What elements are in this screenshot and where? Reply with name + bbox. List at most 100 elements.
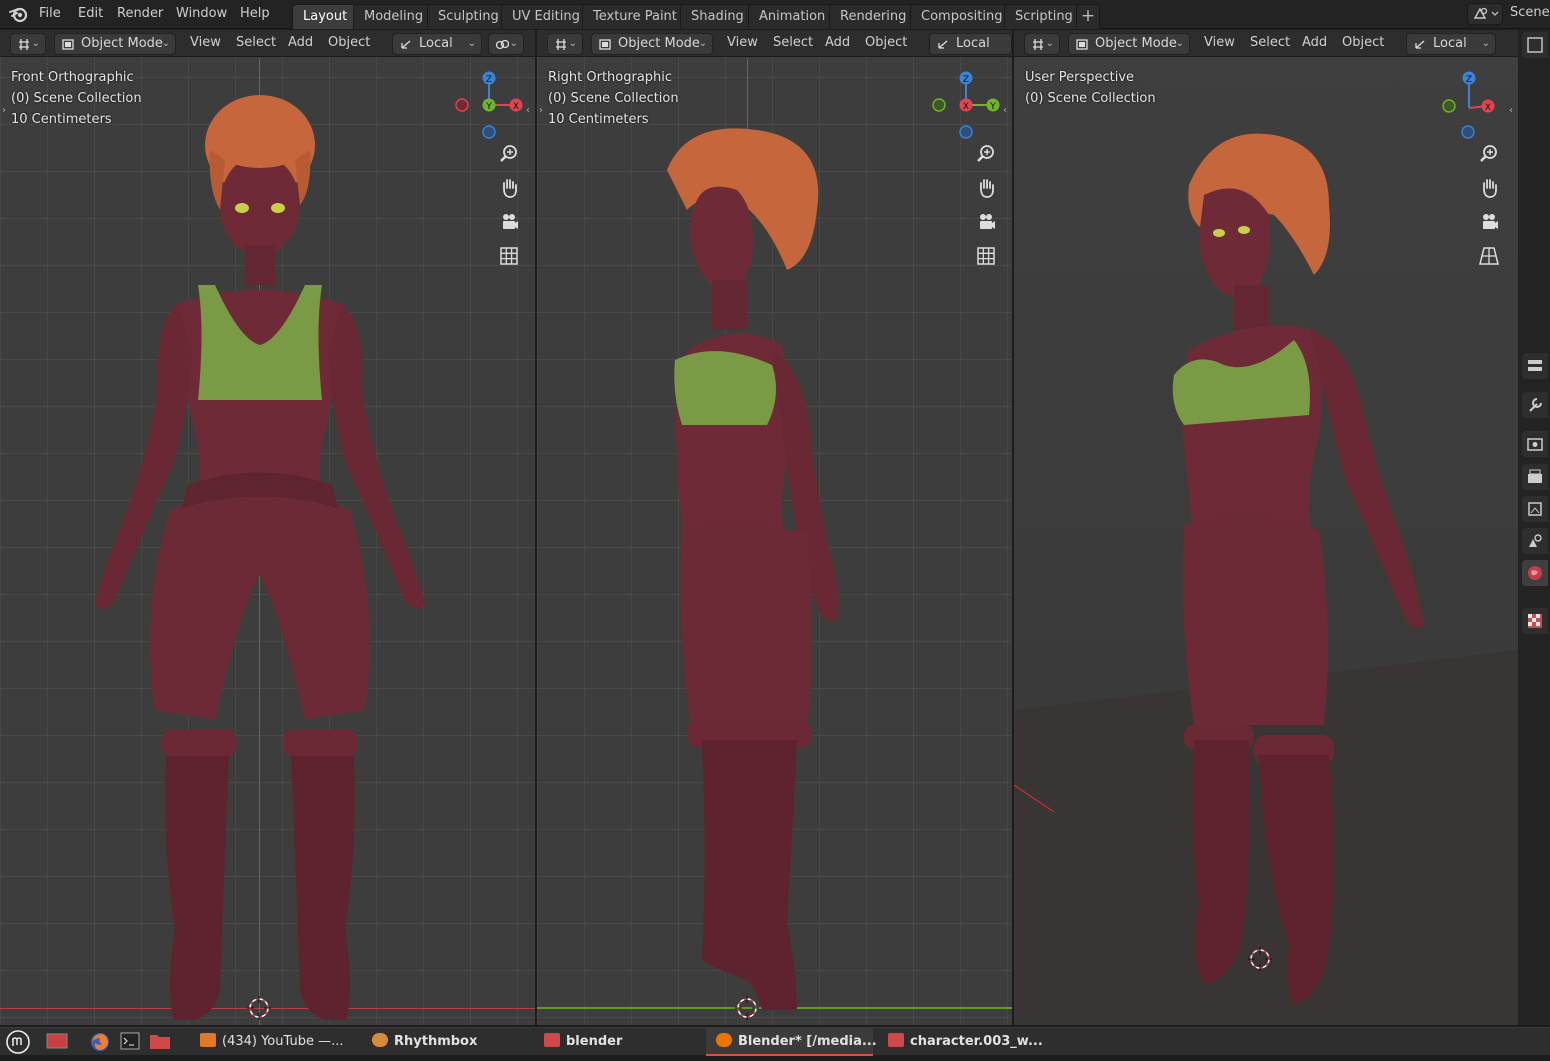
tab-uv-editing[interactable]: UV Editing (501, 4, 591, 29)
tab-layout[interactable]: Layout (292, 4, 359, 29)
menu-add[interactable]: Add (288, 35, 313, 50)
viewport-header: ⌄ Object Mode ⌄ View Select Add Object L… (0, 30, 535, 57)
menu-add[interactable]: Add (825, 35, 850, 50)
tab-modeling[interactable]: Modeling (353, 4, 435, 29)
3d-cursor-icon[interactable] (735, 996, 759, 1020)
mint-menu-icon[interactable] (6, 1030, 30, 1054)
camera-icon[interactable] (496, 209, 522, 235)
grid-ortho-icon[interactable] (496, 243, 522, 269)
outliner-filter-icon[interactable] (1522, 32, 1548, 58)
menu-view[interactable]: View (1204, 35, 1235, 50)
pan-hand-icon[interactable] (496, 175, 522, 201)
editor-type-button[interactable]: ⌄ (547, 33, 583, 55)
tab-scene-icon[interactable] (1522, 528, 1548, 554)
chevron-down-icon: ⌄ (568, 38, 577, 49)
menu-window[interactable]: Window (176, 6, 227, 21)
scene-selector-button[interactable] (1467, 3, 1503, 25)
zoom-icon[interactable] (496, 141, 522, 167)
camera-icon[interactable] (973, 209, 999, 235)
viewport-front[interactable]: ⌄ Object Mode ⌄ View Select Add Object L… (0, 30, 535, 1025)
taskbar-character-folder[interactable]: character.003_w... (888, 1032, 1043, 1054)
svg-text:Z: Z (486, 75, 492, 85)
orientation-label: Local (419, 36, 453, 51)
viewport-right[interactable]: ⌄ Object Mode ⌄ View Select Add Object L… (537, 30, 1012, 1025)
navigation-gizmo[interactable]: Z X Y (926, 68, 1006, 148)
3d-cursor-icon[interactable] (247, 996, 271, 1020)
tab-render-icon[interactable] (1522, 431, 1548, 457)
navigation-gizmo[interactable]: Z X (1434, 68, 1514, 148)
menu-file[interactable]: File (39, 6, 61, 21)
menu-select[interactable]: Select (773, 35, 813, 50)
editor-type-button[interactable]: ⌄ (10, 33, 46, 55)
tab-texture-paint[interactable]: Texture Paint (582, 4, 688, 29)
object-mode-icon (1076, 39, 1088, 50)
viewport-perspective[interactable]: ⌄ Object Mode ⌄ View Select Add Object L… (1014, 30, 1518, 1025)
tab-output-icon[interactable] (1522, 464, 1548, 490)
camera-icon[interactable] (1476, 209, 1502, 235)
tab-shading[interactable]: Shading (680, 4, 755, 29)
taskbar-blender-folder[interactable]: blender (544, 1032, 622, 1054)
zoom-icon[interactable] (973, 141, 999, 167)
taskbar-blender-app[interactable]: Blender* [/media... (716, 1032, 877, 1054)
zoom-icon[interactable] (1476, 141, 1502, 167)
mode-select[interactable]: Object Mode ⌄ (54, 33, 176, 55)
snap-button[interactable]: ⌄ (488, 33, 524, 55)
tab-wrench-icon[interactable] (1522, 392, 1548, 418)
navigation-gizmo[interactable]: Z Y X (449, 68, 529, 148)
chevron-down-icon: ⌄ (31, 38, 40, 49)
pan-hand-icon[interactable] (973, 175, 999, 201)
menu-add[interactable]: Add (1302, 35, 1327, 50)
menu-select[interactable]: Select (1250, 35, 1290, 50)
chevron-down-icon: ⌄ (1175, 38, 1184, 49)
mode-select[interactable]: Object Mode ⌄ (591, 33, 713, 55)
menu-help[interactable]: Help (240, 6, 270, 21)
transform-orientation-select[interactable]: Local ⌄ (1406, 33, 1496, 55)
blender-icon (716, 1033, 732, 1047)
taskbar-rhythmbox[interactable]: Rhythmbox (372, 1032, 477, 1054)
transform-orientation-select[interactable]: Local (929, 33, 1012, 55)
blender-logo-icon[interactable] (9, 5, 29, 23)
menu-select[interactable]: Select (236, 35, 276, 50)
menu-view[interactable]: View (727, 35, 758, 50)
terminal-icon[interactable] (120, 1032, 140, 1054)
character-model-side[interactable] (647, 120, 857, 1020)
character-model-front[interactable] (80, 90, 440, 1020)
tab-compositing[interactable]: Compositing (910, 4, 1014, 29)
tab-tool-icon[interactable] (1522, 353, 1548, 379)
3d-cursor-icon[interactable] (1248, 947, 1272, 971)
tab-world-icon[interactable] (1522, 560, 1548, 586)
svg-text:X: X (1485, 103, 1491, 113)
add-workspace-button[interactable]: + (1076, 4, 1100, 29)
orientation-label: Local (956, 36, 990, 51)
editor-type-button[interactable]: ⌄ (1024, 33, 1060, 55)
folder-icon[interactable] (149, 1032, 171, 1054)
menu-object[interactable]: Object (328, 35, 370, 50)
tab-view-layer-icon[interactable] (1522, 496, 1548, 522)
firefox-icon[interactable] (90, 1032, 110, 1054)
tab-rendering[interactable]: Rendering (829, 4, 918, 29)
tab-animation[interactable]: Animation (748, 4, 837, 29)
grid-persp-icon[interactable] (1476, 243, 1502, 269)
svg-text:X: X (963, 102, 969, 112)
menu-render[interactable]: Render (117, 6, 163, 21)
menu-view[interactable]: View (190, 35, 221, 50)
svg-text:Y: Y (989, 102, 996, 112)
tab-scripting[interactable]: Scripting (1004, 4, 1084, 29)
chevron-down-icon: ⌄ (467, 38, 476, 49)
show-desktop-icon[interactable] (46, 1032, 68, 1054)
grid-ortho-icon[interactable] (973, 243, 999, 269)
mode-select[interactable]: Object Mode ⌄ (1068, 33, 1190, 55)
orientation-icon (1415, 40, 1425, 49)
viewport-header: ⌄ Object Mode ⌄ View Select Add Object L… (1014, 30, 1518, 57)
menu-object[interactable]: Object (1342, 35, 1384, 50)
taskbar-youtube[interactable]: (434) YouTube —... (200, 1032, 343, 1054)
transform-orientation-select[interactable]: Local ⌄ (392, 33, 482, 55)
tab-texture-icon[interactable] (1522, 608, 1548, 634)
menu-object[interactable]: Object (865, 35, 907, 50)
pan-hand-icon[interactable] (1476, 175, 1502, 201)
character-model-perspective[interactable] (1164, 125, 1444, 1025)
scene-name[interactable]: Scene (1510, 5, 1550, 20)
mode-label: Object Mode (81, 36, 163, 51)
menu-edit[interactable]: Edit (78, 6, 103, 21)
tab-sculpting[interactable]: Sculpting (427, 4, 510, 29)
